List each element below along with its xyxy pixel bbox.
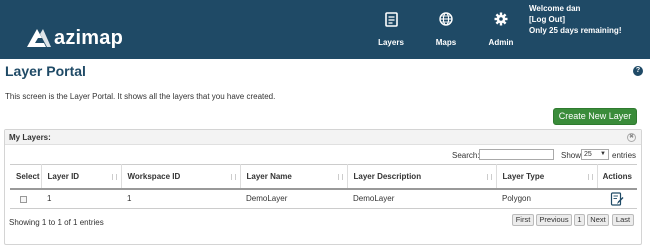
nav-admin-label: Admin [488,38,514,47]
column-header-layer-type[interactable]: Layer Type [496,164,598,190]
pagination-page-1-button[interactable]: 1 [574,214,585,226]
cell-workspace-id: 1 [121,188,240,209]
pagination-first-button[interactable]: First [512,214,534,226]
welcome-text: Welcome dan [529,4,581,13]
azimap-logo[interactable]: azimap [27,27,123,49]
table-header-row: Select Layer ID Workspace ID Layer Name … [10,164,637,190]
nav-admin[interactable]: Admin [479,8,523,47]
page-title: Layer Portal [5,63,86,79]
pagination-last-button[interactable]: Last [612,214,634,226]
search-label: Search: [452,151,480,160]
cell-actions [597,188,637,209]
my-layers-panel: My Layers: ✖ Search: Show 25 ▼ entries S… [4,129,642,245]
column-header-select: Select [10,164,42,190]
cell-layer-description: DemoLayer [347,188,496,209]
table-info: Showing 1 to 1 of 1 entries [9,218,104,227]
panel-header: My Layers: ✖ [5,130,641,145]
column-header-actions: Actions [597,164,637,190]
dropdown-arrow-icon: ▼ [600,151,606,157]
edit-layer-icon[interactable] [610,192,624,206]
logo-text: azimap [54,26,124,49]
user-info: Welcome dan [Log Out] Only 25 days remai… [529,3,621,36]
cell-layer-name: DemoLayer [240,188,347,209]
top-navbar: azimap Layers Maps Admin Welcome dan [Lo… [0,0,650,59]
globe-icon [439,12,453,26]
row-select-checkbox[interactable] [20,195,27,203]
entries-label: entries [612,151,637,160]
page-size-select[interactable]: 25 ▼ [581,149,609,160]
logout-link[interactable]: [Log Out] [529,14,621,25]
nav-maps[interactable]: Maps [424,8,468,47]
collapse-icon[interactable]: ✖ [627,133,636,142]
column-header-layer-description[interactable]: Layer Description [347,164,497,190]
cell-layer-type: Polygon [496,188,597,209]
layers-table: Select Layer ID Workspace ID Layer Name … [10,164,637,209]
pagination-previous-button[interactable]: Previous [536,214,572,226]
column-header-layer-id[interactable]: Layer ID [41,164,122,190]
trial-remaining-text: Only 25 days remaining! [529,26,622,35]
column-header-workspace-id[interactable]: Workspace ID [121,164,241,190]
nav-maps-label: Maps [435,38,457,47]
nav-layers-label: Layers [378,38,404,47]
nav-layers[interactable]: Layers [369,8,413,47]
table-row: 1 1 DemoLayer DemoLayer Polygon [10,188,637,209]
create-new-layer-button[interactable]: Create New Layer [553,108,637,125]
gear-icon [494,12,508,26]
page-size-value: 25 [584,151,592,158]
cell-layer-id: 1 [41,188,121,209]
azimap-logo-icon [27,29,51,47]
page-intro-text: This screen is the Layer Portal. It show… [5,92,276,101]
layers-doc-icon [384,11,398,27]
show-label: Show [561,151,582,160]
search-input[interactable] [479,149,554,160]
pagination-next-button[interactable]: Next [587,214,609,226]
panel-title: My Layers: [9,133,51,142]
column-header-layer-name[interactable]: Layer Name [240,164,348,190]
row-select-cell [10,188,41,209]
help-icon[interactable]: ? [633,66,643,76]
